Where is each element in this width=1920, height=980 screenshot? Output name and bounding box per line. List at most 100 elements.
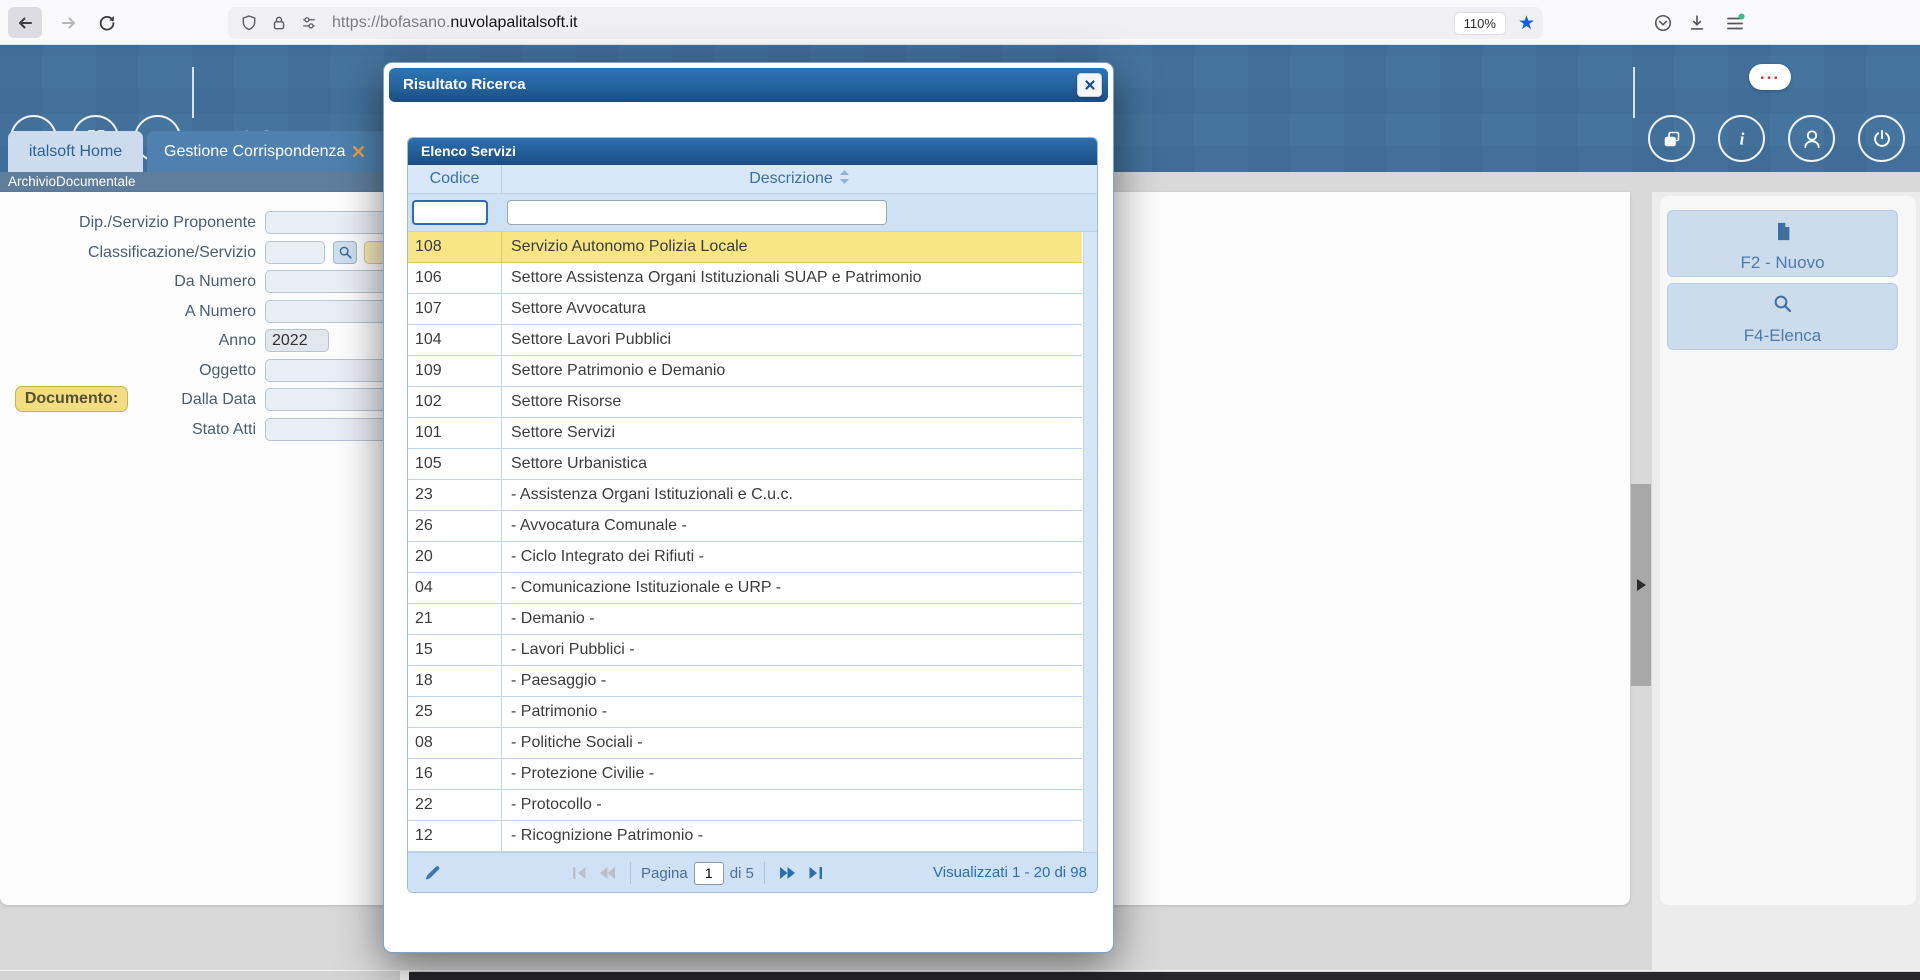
f4-elenca-button[interactable]: F4-Elenca: [1667, 283, 1898, 350]
search-icon: [338, 245, 353, 260]
table-row[interactable]: 107 Settore Avvocatura: [408, 294, 1082, 325]
row-desc: - Demanio -: [502, 604, 1082, 634]
pagina-label: Pagina: [641, 865, 688, 882]
table-column-headers: Codice Descrizione: [408, 165, 1097, 194]
back-icon: [14, 12, 36, 34]
row-desc: Settore Assistenza Organi Istituzionali …: [502, 263, 1082, 293]
logout-button[interactable]: [1858, 115, 1905, 162]
reload-icon: [97, 13, 117, 33]
user-account-button[interactable]: [1788, 115, 1835, 162]
table-row[interactable]: 25 - Patrimonio -: [408, 697, 1082, 728]
table-row[interactable]: 108 Servizio Autonomo Polizia Locale: [408, 232, 1082, 263]
filter-descrizione-input[interactable]: [507, 200, 887, 225]
table-row[interactable]: 15 - Lavori Pubblici -: [408, 635, 1082, 666]
tab-label: italsoft Home: [29, 143, 122, 161]
row-code: 109: [408, 356, 502, 386]
row-desc: - Ciclo Integrato dei Rifiuti -: [502, 542, 1082, 572]
table-scrollbar-gutter[interactable]: [1083, 232, 1097, 852]
column-header-descrizione[interactable]: Descrizione: [502, 165, 1097, 193]
table-panel-title: Elenco Servizi: [408, 138, 1097, 165]
panel-collapse-handle[interactable]: [1631, 484, 1651, 686]
download-icon: [1687, 13, 1707, 33]
row-code: 108: [408, 232, 502, 262]
filter-codice-input[interactable]: [412, 200, 488, 225]
url-text[interactable]: https://bofasano.nuvolapalitalsoft.it: [332, 14, 578, 32]
row-desc: - Patrimonio -: [502, 697, 1082, 727]
row-code: 16: [408, 759, 502, 789]
row-code: 15: [408, 635, 502, 665]
table-row[interactable]: 106 Settore Assistenza Organi Istituzion…: [408, 263, 1082, 294]
anno-input[interactable]: [265, 329, 329, 352]
action-card: F2 - Nuovo F4-Elenca: [1660, 196, 1916, 905]
downloads-button[interactable]: [1680, 7, 1714, 38]
elenco-servizi-table: Elenco Servizi Codice Descrizione 108 Se…: [407, 137, 1098, 893]
row-desc: Settore Risorse: [502, 387, 1082, 417]
shield-icon[interactable]: [240, 14, 258, 32]
dalla-data-label: Dalla Data: [0, 388, 256, 412]
column-header-codice[interactable]: Codice: [408, 165, 502, 193]
table-row[interactable]: 101 Settore Servizi: [408, 418, 1082, 449]
taskbar-edge: [409, 972, 1920, 980]
row-code: 104: [408, 325, 502, 355]
button-label: F4-Elenca: [1668, 326, 1897, 346]
row-desc: Settore Servizi: [502, 418, 1082, 448]
row-desc: Settore Urbanistica: [502, 449, 1082, 479]
lock-icon[interactable]: [270, 14, 288, 32]
bookmark-star-icon[interactable]: ★: [1518, 14, 1535, 33]
table-rows: 108 Servizio Autonomo Polizia Locale 106…: [408, 232, 1097, 852]
dialog-title: Risultato Ricerca: [403, 76, 526, 93]
first-page-button[interactable]: [572, 866, 590, 880]
next-page-button[interactable]: [779, 866, 797, 880]
app-menu-button[interactable]: [1718, 7, 1752, 38]
row-code: 102: [408, 387, 502, 417]
table-row[interactable]: 109 Settore Patrimonio e Demanio: [408, 356, 1082, 387]
notification-badge[interactable]: ...: [1749, 64, 1791, 90]
row-code: 20: [408, 542, 502, 572]
dialog-close-button[interactable]: [1077, 73, 1102, 97]
pocket-button[interactable]: [1646, 7, 1680, 38]
row-desc: - Avvocatura Comunale -: [502, 511, 1082, 541]
info-button[interactable]: i: [1718, 115, 1765, 162]
forward-icon: [58, 12, 80, 34]
application-window: https://bofasano.nuvolapalitalsoft.it 11…: [0, 0, 1920, 980]
f2-nuovo-button[interactable]: F2 - Nuovo: [1667, 210, 1898, 277]
browser-forward-button[interactable]: [52, 7, 86, 38]
table-row[interactable]: 23 - Assistenza Organi Istituzionali e C…: [408, 480, 1082, 511]
table-row[interactable]: 105 Settore Urbanistica: [408, 449, 1082, 480]
classificazione-label: Classificazione/Servizio: [0, 241, 256, 265]
tab-gestione-corrispondenza[interactable]: Gestione Corrispondenza: [147, 131, 397, 172]
bottom-strip: [0, 970, 1920, 980]
pencil-icon[interactable]: [422, 862, 443, 883]
row-desc: Settore Lavori Pubblici: [502, 325, 1082, 355]
prev-page-button[interactable]: [598, 866, 616, 880]
row-desc: Settore Patrimonio e Demanio: [502, 356, 1082, 386]
tab-italsoft-home[interactable]: italsoft Home: [8, 131, 143, 172]
table-row[interactable]: 08 - Politiche Sociali -: [408, 728, 1082, 759]
table-row[interactable]: 16 - Protezione Civilie -: [408, 759, 1082, 790]
table-row[interactable]: 102 Settore Risorse: [408, 387, 1082, 418]
browser-reload-button[interactable]: [90, 7, 124, 38]
classificazione-search-button[interactable]: [333, 241, 357, 264]
table-row[interactable]: 22 - Protocollo -: [408, 790, 1082, 821]
windows-cascade-button[interactable]: [1648, 115, 1695, 162]
address-bar[interactable]: https://bofasano.nuvolapalitalsoft.it 11…: [228, 7, 1543, 39]
dialog-titlebar[interactable]: Risultato Ricerca: [389, 68, 1108, 102]
zoom-level-badge[interactable]: 110%: [1454, 12, 1506, 35]
table-row[interactable]: 04 - Comunicazione Istituzionale e URP -: [408, 573, 1082, 604]
table-row[interactable]: 26 - Avvocatura Comunale -: [408, 511, 1082, 542]
browser-back-button[interactable]: [8, 7, 42, 38]
last-page-button[interactable]: [805, 866, 823, 880]
row-desc: Settore Avvocatura: [502, 294, 1082, 324]
header-divider-right: [1633, 67, 1635, 118]
table-row[interactable]: 104 Settore Lavori Pubblici: [408, 325, 1082, 356]
row-code: 101: [408, 418, 502, 448]
tab-close-icon[interactable]: [352, 145, 365, 158]
classificazione-input[interactable]: [265, 241, 325, 264]
sort-icon: [839, 169, 850, 185]
table-row[interactable]: 21 - Demanio -: [408, 604, 1082, 635]
page-number-input[interactable]: [694, 862, 724, 885]
table-row[interactable]: 20 - Ciclo Integrato dei Rifiuti -: [408, 542, 1082, 573]
table-row[interactable]: 12 - Ricognizione Patrimonio -: [408, 821, 1082, 852]
permissions-icon[interactable]: [300, 14, 318, 32]
table-row[interactable]: 18 - Paesaggio -: [408, 666, 1082, 697]
